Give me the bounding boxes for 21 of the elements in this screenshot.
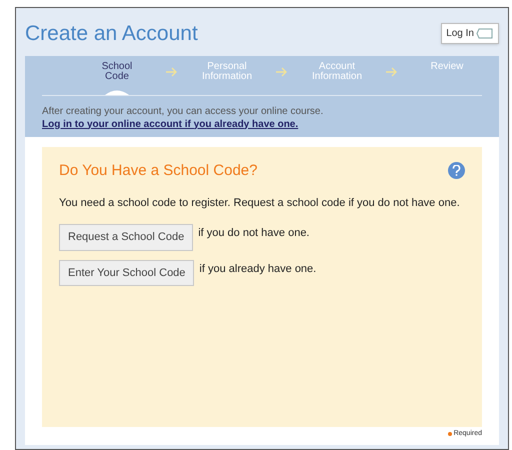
tag-icon <box>476 28 494 40</box>
option-note: if you already have one. <box>199 262 316 276</box>
arrow-icon <box>276 66 288 76</box>
login-button[interactable]: Log In <box>441 23 499 44</box>
body-text: You need a school code to register. Request a school code if you do not have one. <box>59 196 461 211</box>
step-label: Personal Information <box>200 62 254 82</box>
help-icon[interactable] <box>448 162 465 180</box>
login-link[interactable]: Log in to your online account if you already have one. <box>42 118 472 130</box>
section-heading: Do You Have a School Code? <box>59 160 258 180</box>
step-pointer-icon <box>105 88 129 94</box>
arrow-icon <box>166 66 178 76</box>
required-icon <box>448 432 452 436</box>
option-note: if you do not have one. <box>198 226 310 241</box>
option-button[interactable]: Enter Your School Code <box>59 260 194 286</box>
step-label: Account Information <box>310 62 364 82</box>
intro-text: After creating your account, you can access your online course. Log in to your online account if you already have one. <box>42 104 482 130</box>
arrow-icon <box>386 66 398 76</box>
step-label: Review <box>430 62 464 72</box>
page-title: Create an Account <box>25 21 198 47</box>
step-label: School Code <box>100 62 134 82</box>
option-button[interactable]: Request a School Code <box>59 224 194 250</box>
